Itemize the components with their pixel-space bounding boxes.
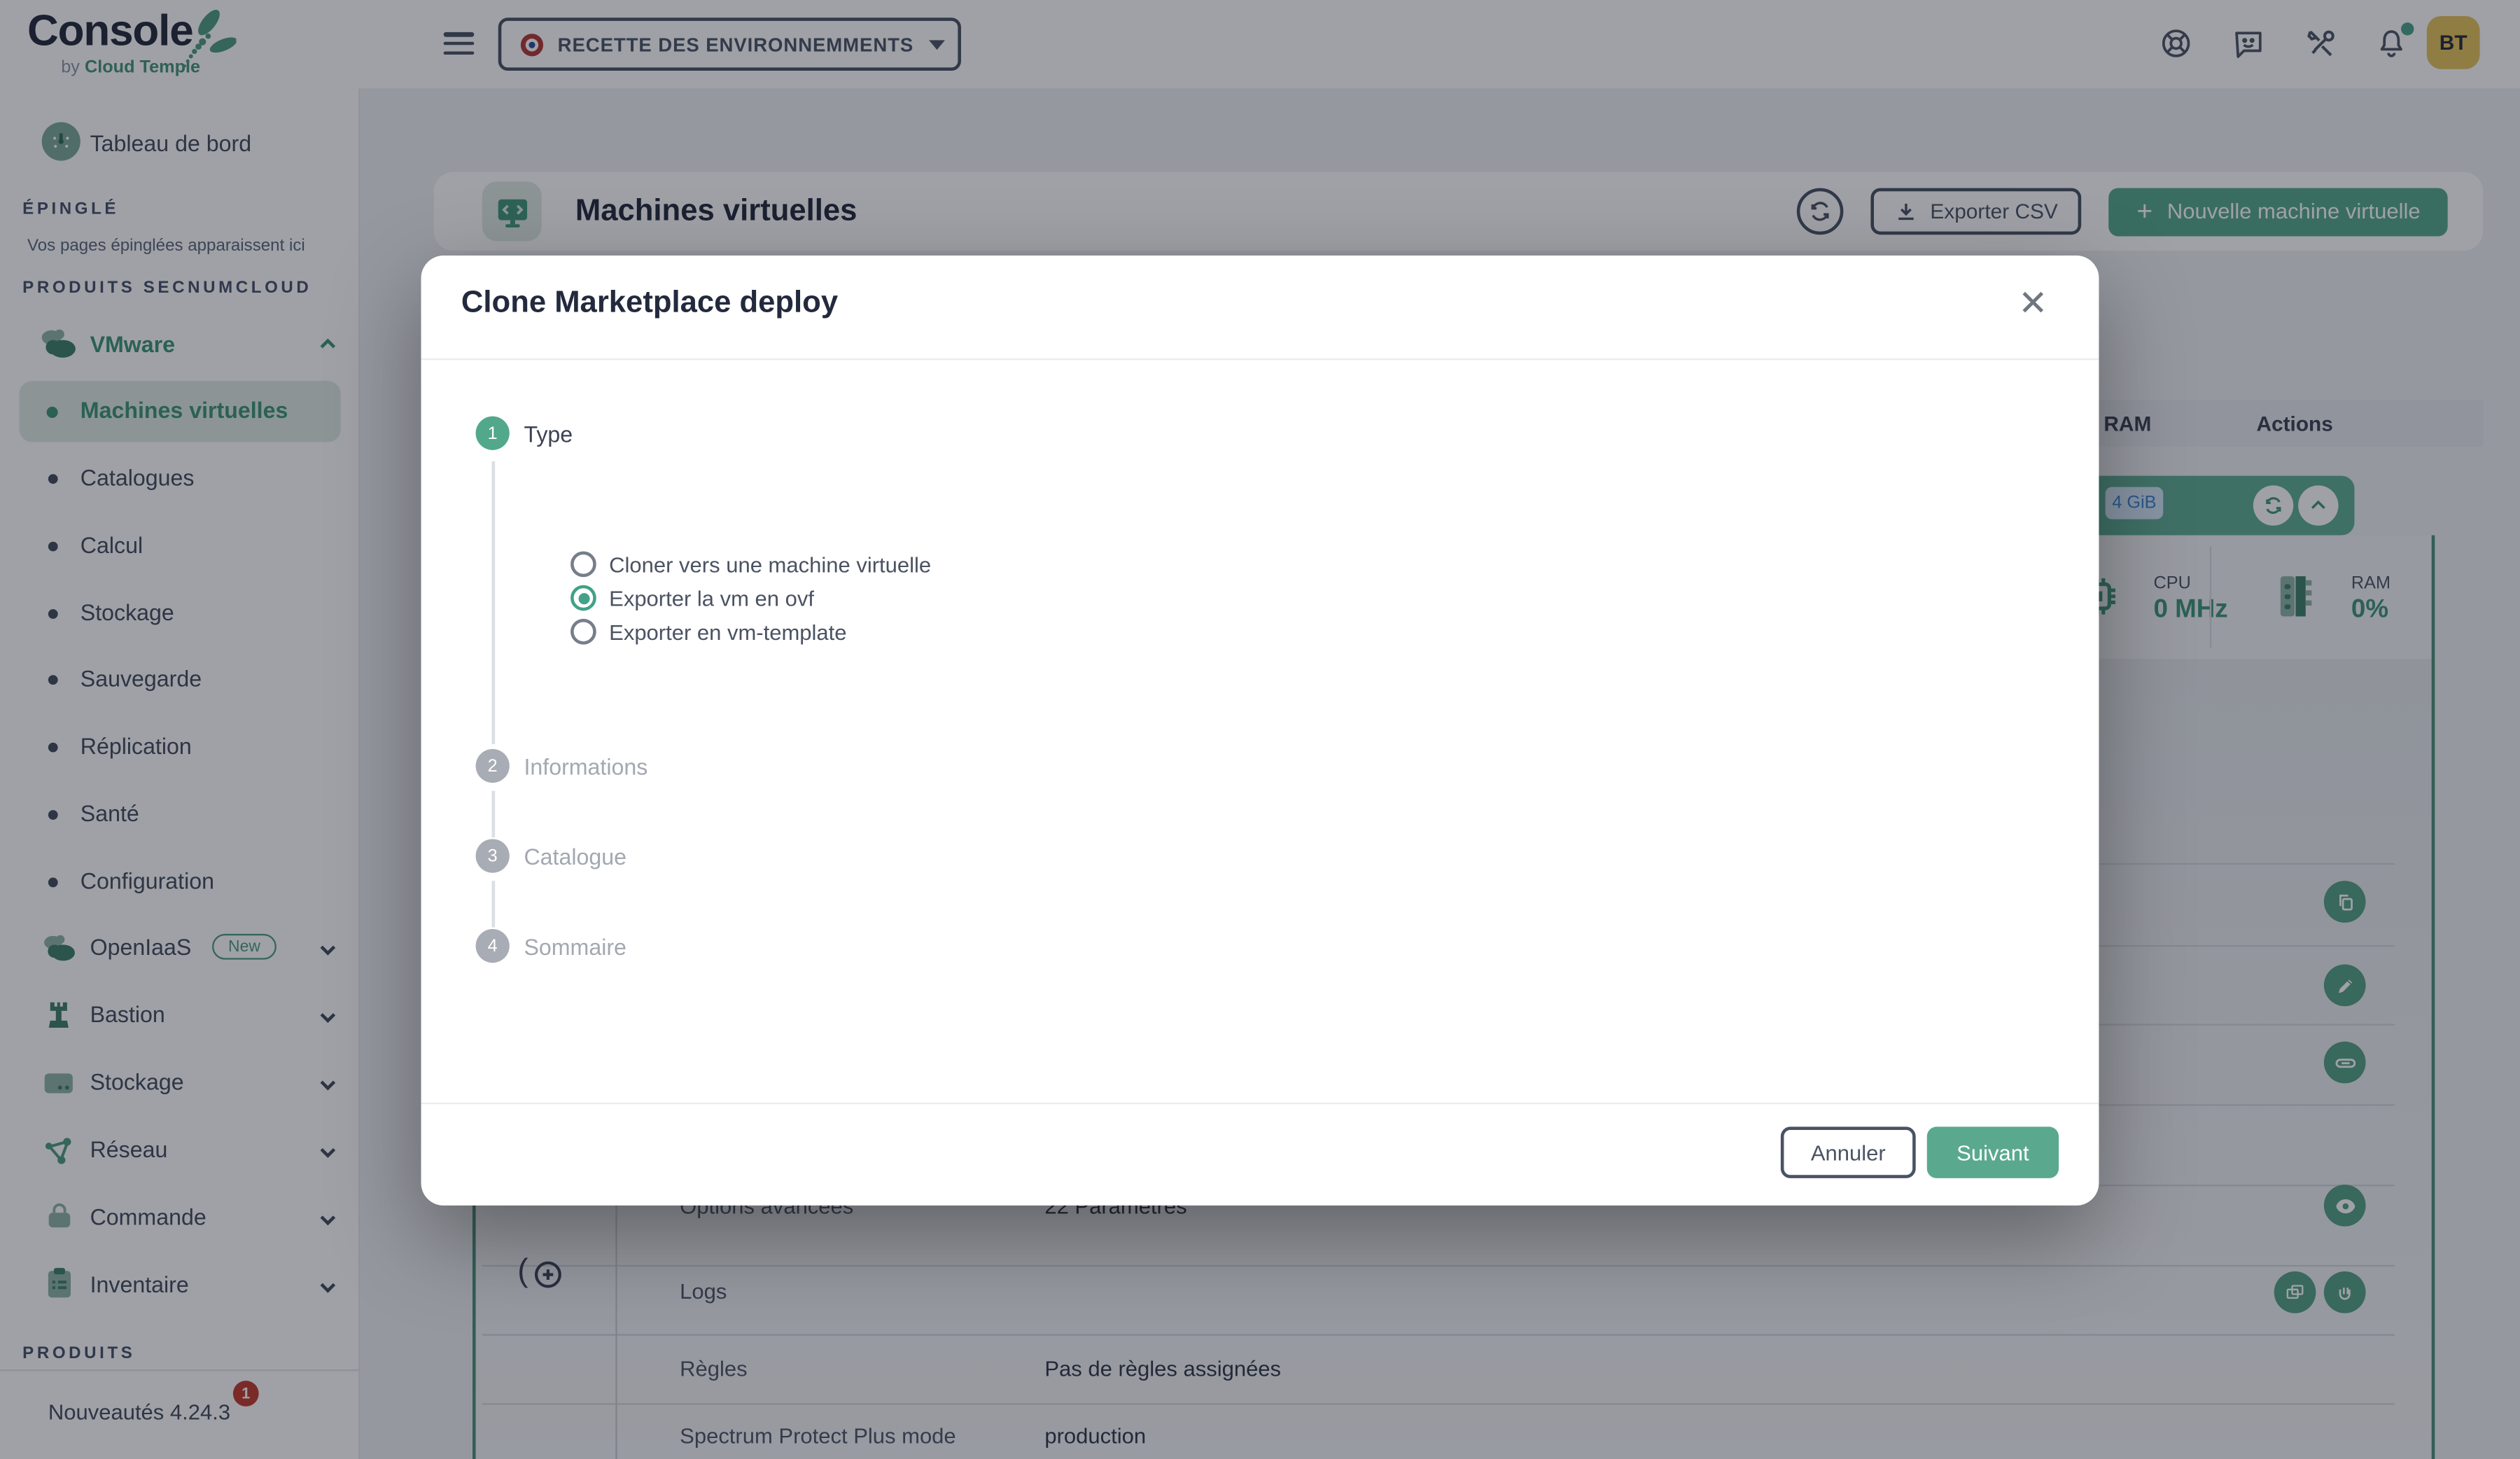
modal-header-divider xyxy=(421,358,2099,360)
close-icon[interactable]: ✕ xyxy=(2012,284,2054,326)
step-2-indicator: 2 xyxy=(476,749,510,783)
radio-export-ovf-label[interactable]: Exporter la vm en ovf xyxy=(609,587,814,610)
step-4-label: Sommaire xyxy=(524,934,626,960)
step-3-indicator: 3 xyxy=(476,839,510,872)
clone-modal: Clone Marketplace deploy ✕ 1 Type Cloner… xyxy=(421,256,2099,1206)
app-root: Console by Cloud Temple RECETTE DES ENVI… xyxy=(0,0,2520,1459)
radio-export-template[interactable] xyxy=(570,619,596,645)
cancel-button[interactable]: Annuler xyxy=(1781,1126,1916,1178)
step-connector xyxy=(492,791,494,838)
step-1-label: Type xyxy=(524,421,573,447)
radio-clone-vm-label[interactable]: Cloner vers une machine virtuelle xyxy=(609,553,931,577)
step-3-label: Catalogue xyxy=(524,844,626,870)
step-2-label: Informations xyxy=(524,754,648,780)
step-4-indicator: 4 xyxy=(476,929,510,963)
radio-export-template-label[interactable]: Exporter en vm-template xyxy=(609,620,846,644)
radio-clone-vm[interactable] xyxy=(570,551,596,577)
radio-export-ovf[interactable] xyxy=(570,585,596,611)
step-connector xyxy=(492,461,494,744)
modal-footer-divider xyxy=(421,1103,2099,1104)
modal-title: Clone Marketplace deploy xyxy=(461,286,838,322)
step-1-indicator: 1 xyxy=(476,417,510,450)
step-connector xyxy=(492,881,494,928)
next-button[interactable]: Suivant xyxy=(1927,1126,2059,1178)
